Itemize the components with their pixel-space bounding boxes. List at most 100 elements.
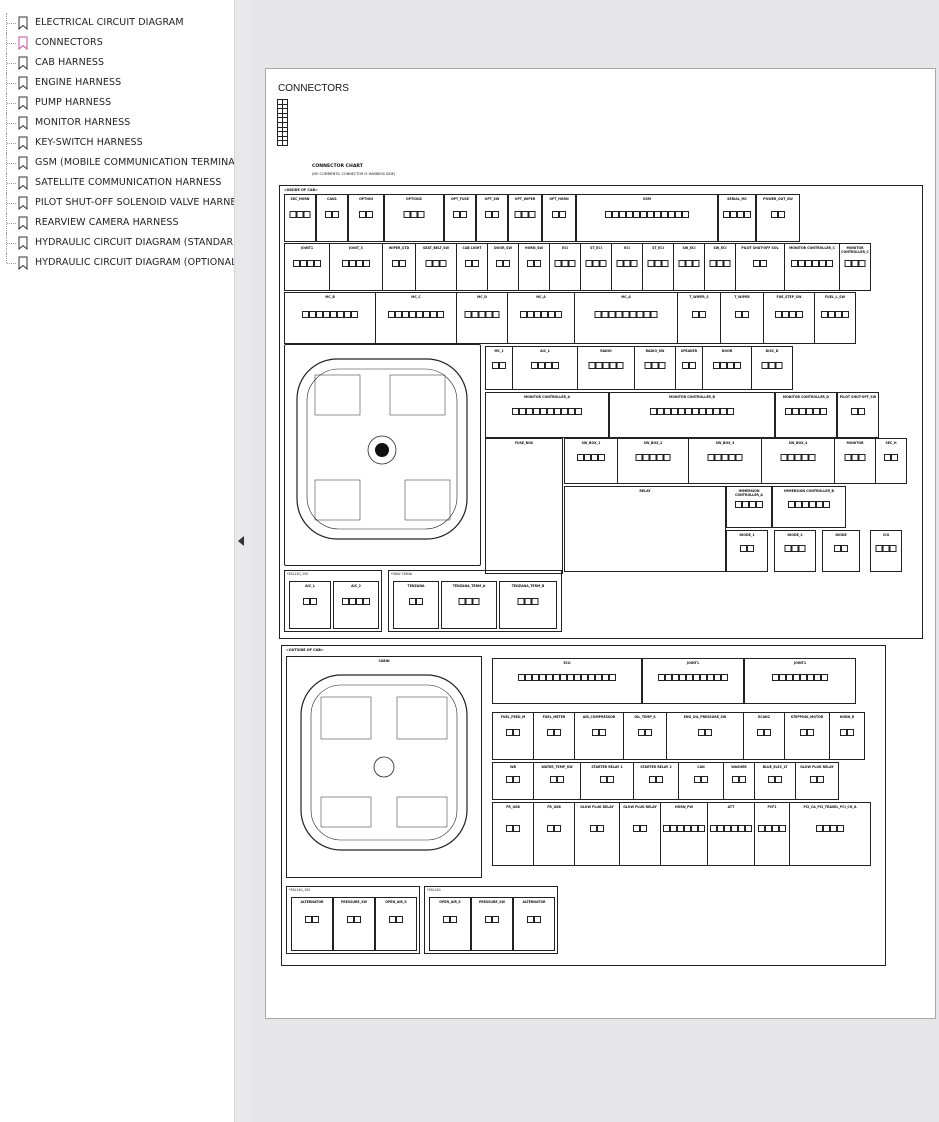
- pin-cell: [737, 211, 744, 218]
- connector-name: DOOR: [721, 349, 733, 353]
- pin-row: [506, 776, 520, 783]
- bookmark-item[interactable]: SATELLITE COMMUNICATION HARNESS: [0, 173, 234, 193]
- pin-cell: [717, 825, 724, 832]
- pin-cell: [554, 825, 561, 832]
- connector-name: TENZANA_TERM_A: [452, 584, 486, 588]
- pin-cell: [663, 454, 671, 461]
- pin-row: [594, 311, 658, 318]
- bookmark-item[interactable]: KEY-SWITCH HARNESS: [0, 133, 234, 153]
- pin-cell: [707, 454, 715, 461]
- bookmark-item[interactable]: GSM (MOBILE COMMUNICATION TERMINAL) HAR: [0, 153, 234, 173]
- pin-cell: [640, 211, 647, 218]
- connector-name: OPT_HORN: [549, 197, 569, 201]
- bookmark-item[interactable]: HYDRAULIC CIRCUIT DIAGRAM (STANDARD): [0, 233, 234, 253]
- sidebar-scrollbar[interactable]: [234, 0, 251, 1122]
- connector-name: FR_USB: [547, 805, 561, 809]
- bookmark-item[interactable]: MONITOR HARNESS: [0, 113, 234, 133]
- pin-cell: [612, 211, 619, 218]
- pin-row: [303, 598, 317, 605]
- bookmark-icon: [18, 16, 28, 30]
- bookmark-item[interactable]: ENGINE HARNESS: [0, 73, 234, 93]
- bookmark-item[interactable]: REARVIEW CAMERA HARNESS: [0, 213, 234, 233]
- connector-box: STARTER RELAY 2: [633, 762, 679, 800]
- pin-cell: [423, 311, 430, 318]
- pin-cell: [798, 260, 805, 267]
- bookmark-item[interactable]: HYDRAULIC CIRCUIT DIAGRAM (OPTIONAL): [0, 253, 234, 273]
- bookmark-item[interactable]: CAB HARNESS: [0, 53, 234, 73]
- pin-cell: [506, 825, 513, 832]
- pin-cell: [716, 260, 724, 267]
- pin-cell: [661, 260, 669, 267]
- pin-row: [791, 260, 833, 267]
- connector-box: MC_B: [284, 292, 376, 344]
- pin-cell: [665, 674, 672, 681]
- pin-cell: [858, 408, 865, 415]
- connector-box: MONITOR CONTROLLER_C: [784, 243, 840, 291]
- pin-cell: [602, 674, 609, 681]
- pin-cell: [547, 408, 554, 415]
- pin-row: [485, 211, 499, 218]
- connector-box: DIODE_2: [774, 530, 816, 572]
- pin-cell: [354, 916, 361, 923]
- connector-box: DIODE_1: [726, 530, 768, 572]
- connector-name: GLOW PLUG RELAY: [623, 805, 657, 809]
- pin-cell: [658, 362, 666, 369]
- bookmark-item[interactable]: PILOT SHUT-OFF SOLENOID VALVE HARNESS: [0, 193, 234, 213]
- connector-name: SW_BOX_1: [581, 441, 601, 445]
- pin-cell: [649, 776, 656, 783]
- connector-box: T_WIPER: [720, 292, 764, 344]
- pin-row: [682, 362, 696, 369]
- pin-cell: [349, 598, 356, 605]
- pin-cell: [814, 674, 821, 681]
- connector-name: OPTION2: [405, 197, 422, 201]
- pin-row: [506, 825, 520, 832]
- pin-cell: [305, 916, 312, 923]
- connector-box: SW_ECI: [704, 243, 736, 291]
- pin-cell: [644, 362, 652, 369]
- pin-cell: [472, 260, 479, 267]
- connector-box: FUEL_METER: [533, 712, 575, 760]
- connector-box: ALTERNATOR: [513, 897, 555, 951]
- pin-row: [389, 916, 403, 923]
- pin-cell: [740, 545, 747, 552]
- pin-cell: [671, 408, 678, 415]
- connector-name: TENZANA_TERM_B: [511, 584, 545, 588]
- pin-cell: [805, 260, 812, 267]
- variant-label: *ONLY CHINA: [391, 572, 412, 576]
- pin-row: [638, 729, 652, 736]
- outside-variant-frame-a: *SSL140_150 ALTERNATOR PRESSURE_SW OPEN_AIR…: [286, 886, 420, 954]
- pin-row: [649, 776, 663, 783]
- pin-cell: [782, 311, 789, 318]
- pin-cell: [485, 211, 492, 218]
- pin-cell: [791, 545, 799, 552]
- bookmark-icon: [18, 96, 28, 110]
- pin-cell: [753, 260, 760, 267]
- connector-name: SEC_H: [885, 441, 897, 445]
- bookmark-item[interactable]: ELECTRICAL CIRCUIT DIAGRAM: [0, 13, 234, 33]
- pin-cell: [705, 729, 712, 736]
- pin-row: [834, 545, 848, 552]
- pin-cell: [363, 260, 370, 267]
- pin-cell: [654, 260, 662, 267]
- pin-cell: [844, 260, 852, 267]
- connector-box: MONITOR CONTROLLER_D: [775, 392, 837, 438]
- pin-cell: [588, 674, 595, 681]
- pin-cell: [531, 598, 539, 605]
- connector-box: MC_C: [375, 292, 457, 344]
- connector-name: DIODE_2: [787, 533, 803, 537]
- pin-cell: [356, 598, 363, 605]
- bookmark-label: ENGINE HARNESS: [35, 77, 122, 88]
- bookmark-icon: [18, 136, 28, 150]
- connector-name: ATT: [727, 805, 735, 809]
- pin-cell: [851, 408, 858, 415]
- pin-row: [732, 776, 746, 783]
- pin-cell: [760, 260, 767, 267]
- collapse-sidebar-arrow-icon[interactable]: [238, 536, 244, 546]
- pin-cell: [635, 454, 643, 461]
- bookmark-item[interactable]: PUMP HARNESS: [0, 93, 234, 113]
- inside-of-cab-region: <INSIDE OF CAB> SEC_HORN CAN1 OPTION OPTION…: [279, 185, 923, 639]
- pin-row: [753, 260, 767, 267]
- pin-cell: [713, 408, 720, 415]
- pin-cell: [647, 211, 654, 218]
- bookmark-item[interactable]: CONNECTORS: [0, 33, 234, 53]
